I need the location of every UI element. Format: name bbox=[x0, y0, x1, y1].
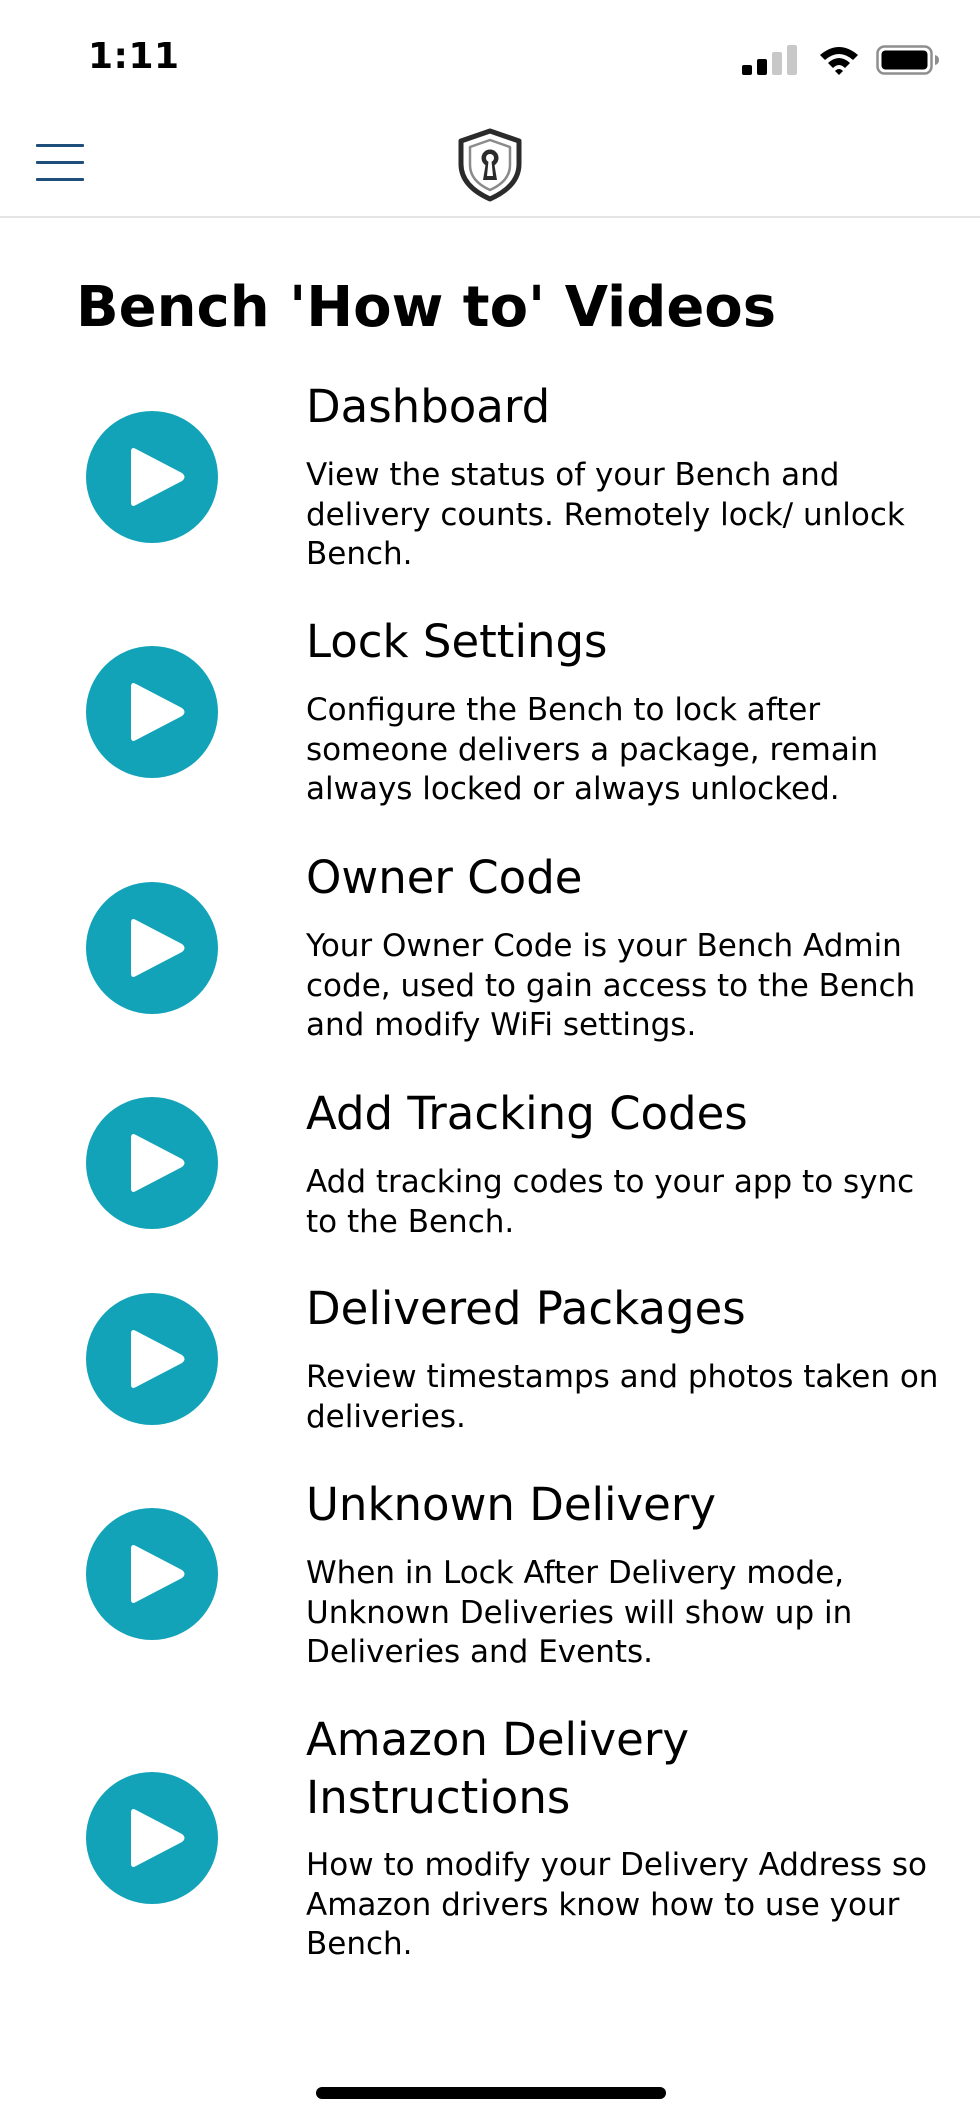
video-title[interactable]: Amazon Delivery Instructions bbox=[306, 1711, 906, 1827]
video-description: How to modify your Delivery Address so A… bbox=[306, 1847, 927, 1962]
video-title[interactable]: Dashboard bbox=[306, 378, 946, 436]
video-description: When in Lock After Delivery mode, Unknow… bbox=[306, 1555, 853, 1670]
play-button[interactable] bbox=[86, 882, 218, 1014]
play-button[interactable] bbox=[86, 1097, 218, 1229]
video-title[interactable]: Delivered Packages bbox=[306, 1280, 946, 1338]
video-description: Your Owner Code is your Bench Admin code… bbox=[306, 928, 916, 1043]
home-indicator bbox=[316, 2087, 666, 2099]
play-icon bbox=[131, 683, 185, 741]
play-button[interactable] bbox=[86, 1508, 218, 1640]
video-description: Add tracking codes to your app to sync t… bbox=[306, 1164, 915, 1240]
play-icon bbox=[131, 919, 185, 977]
video-description: Configure the Bench to lock after someon… bbox=[306, 692, 879, 807]
play-icon bbox=[131, 1330, 185, 1388]
video-description: Review timestamps and photos taken on de… bbox=[306, 1359, 939, 1435]
video-description: View the status of your Bench and delive… bbox=[306, 457, 905, 572]
play-button[interactable] bbox=[86, 646, 218, 778]
play-button[interactable] bbox=[86, 1293, 218, 1425]
play-icon bbox=[131, 1134, 185, 1192]
video-title[interactable]: Add Tracking Codes bbox=[306, 1085, 946, 1143]
play-button[interactable] bbox=[86, 1772, 218, 1904]
video-title[interactable]: Unknown Delivery bbox=[306, 1476, 946, 1534]
play-icon bbox=[131, 1545, 185, 1603]
play-button[interactable] bbox=[86, 411, 218, 543]
video-title[interactable]: Owner Code bbox=[306, 849, 946, 907]
play-icon bbox=[131, 1809, 185, 1867]
video-title[interactable]: Lock Settings bbox=[306, 613, 946, 671]
video-list: Dashboard View the status of your Bench … bbox=[0, 0, 980, 2121]
play-icon bbox=[131, 448, 185, 506]
